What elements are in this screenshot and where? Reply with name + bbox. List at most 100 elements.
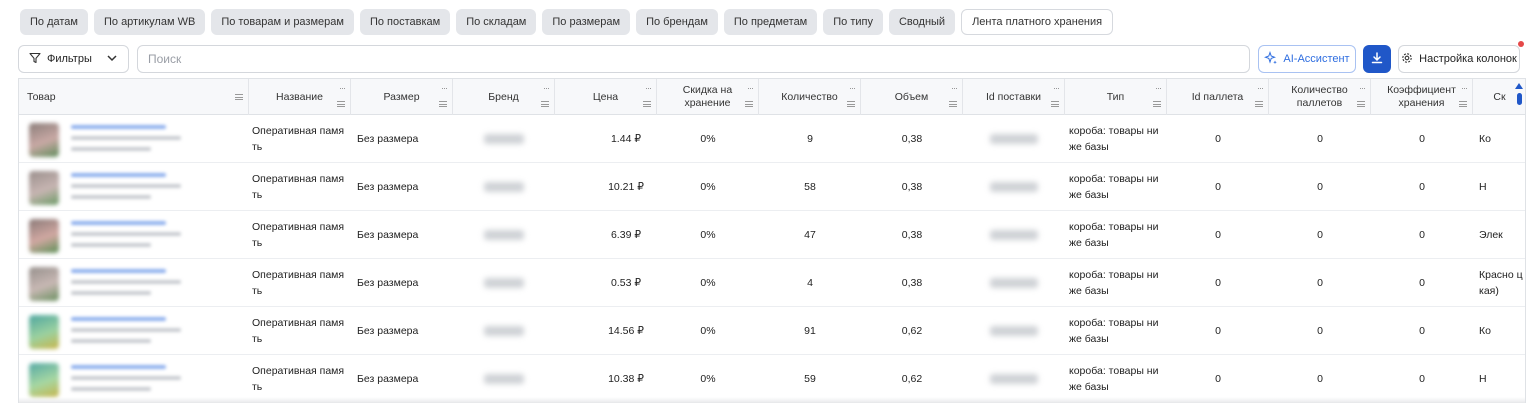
column-header-3[interactable]: Размер ··· bbox=[351, 79, 453, 115]
more-icon[interactable]: ··· bbox=[339, 82, 346, 95]
cell-value: 0,62 bbox=[901, 373, 923, 385]
tab-8[interactable]: По предметам bbox=[723, 9, 818, 35]
column-header-8[interactable]: Объем ··· bbox=[861, 79, 963, 115]
cell-name: Оперативная память bbox=[249, 211, 351, 259]
redacted-value bbox=[484, 278, 524, 288]
cell-qty: 9 bbox=[759, 115, 861, 163]
vertical-scrollbar[interactable] bbox=[1517, 93, 1522, 105]
product-cell[interactable] bbox=[19, 163, 249, 211]
more-icon[interactable]: ··· bbox=[849, 82, 856, 95]
cell-value: 47 bbox=[804, 229, 816, 241]
column-header-13[interactable]: Коэффициент хранения ··· bbox=[1371, 79, 1473, 115]
column-menu-icon[interactable] bbox=[235, 94, 243, 100]
more-icon[interactable]: ··· bbox=[441, 82, 448, 95]
column-menu-icon[interactable] bbox=[1255, 101, 1263, 107]
more-icon[interactable]: ··· bbox=[645, 82, 652, 95]
search-input[interactable] bbox=[137, 45, 1250, 73]
table-row[interactable]: Оперативная память Без размера 1.44 ₽ 0% 9 0,… bbox=[19, 115, 1525, 163]
product-thumbnail bbox=[29, 219, 59, 253]
column-menu-icon[interactable] bbox=[1153, 101, 1161, 107]
column-menu-icon[interactable] bbox=[847, 101, 855, 107]
redacted-value bbox=[484, 374, 524, 384]
table-row[interactable]: Оперативная память Без размера 14.56 ₽ 0% 91… bbox=[19, 307, 1525, 355]
cell-qty: 58 bbox=[759, 163, 861, 211]
tab-11[interactable]: Лента платного хранения bbox=[961, 9, 1114, 35]
cell-value: Без размера bbox=[357, 373, 419, 385]
column-header-11[interactable]: Id паллета ··· bbox=[1167, 79, 1269, 115]
tab-7[interactable]: По брендам bbox=[636, 9, 718, 35]
column-header-4[interactable]: Бренд ··· bbox=[453, 79, 555, 115]
column-header-9[interactable]: Id поставки ··· bbox=[963, 79, 1065, 115]
more-icon[interactable]: ··· bbox=[1155, 82, 1162, 95]
tab-2[interactable]: По артикулам WB bbox=[93, 9, 206, 35]
cell-value: 0 bbox=[1419, 325, 1425, 337]
cell-supply-id-hidden bbox=[963, 355, 1065, 403]
blurred-product-text bbox=[71, 232, 181, 236]
cell-pallets: 0 bbox=[1269, 115, 1371, 163]
column-menu-icon[interactable] bbox=[541, 101, 549, 107]
cell-brand-hidden bbox=[453, 259, 555, 307]
tab-6[interactable]: По размерам bbox=[542, 9, 631, 35]
column-header-2[interactable]: Название ··· bbox=[249, 79, 351, 115]
tab-3[interactable]: По товарам и размерам bbox=[211, 9, 354, 35]
cell-name: Оперативная память bbox=[249, 259, 351, 307]
ai-assistant-button[interactable]: AI-Ассистент bbox=[1258, 45, 1356, 73]
table-row[interactable]: Оперативная память Без размера 6.39 ₽ 0% 47 0… bbox=[19, 211, 1525, 259]
column-menu-icon[interactable] bbox=[949, 101, 957, 107]
product-cell[interactable] bbox=[19, 115, 249, 163]
more-icon[interactable]: ··· bbox=[747, 82, 754, 95]
cell-warehouse: Элек bbox=[1473, 211, 1525, 259]
more-icon[interactable]: ··· bbox=[1359, 82, 1366, 95]
product-cell[interactable] bbox=[19, 211, 249, 259]
filters-button[interactable]: Фильтры bbox=[18, 45, 129, 73]
column-settings-button[interactable]: Настройка колонок bbox=[1398, 45, 1520, 73]
column-header-label: Id поставки bbox=[985, 90, 1042, 103]
download-button[interactable] bbox=[1363, 45, 1391, 73]
cell-name: Оперативная память bbox=[249, 355, 351, 403]
column-menu-icon[interactable] bbox=[745, 101, 753, 107]
cell-value: Н bbox=[1479, 373, 1487, 385]
column-header-label: Цена bbox=[592, 90, 619, 103]
more-icon[interactable]: ··· bbox=[1257, 82, 1264, 95]
column-header-7[interactable]: Количество ··· bbox=[759, 79, 861, 115]
column-menu-icon[interactable] bbox=[1459, 101, 1467, 107]
cell-coef: 0 bbox=[1371, 259, 1473, 307]
column-header-5[interactable]: Цена ··· bbox=[555, 79, 657, 115]
tab-1[interactable]: По датам bbox=[20, 9, 88, 35]
more-icon[interactable]: ··· bbox=[1053, 82, 1060, 95]
column-menu-icon[interactable] bbox=[643, 101, 651, 107]
redacted-value bbox=[990, 134, 1038, 144]
cell-value: 6.39 ₽ bbox=[610, 229, 642, 241]
more-icon[interactable]: ··· bbox=[951, 82, 958, 95]
column-header-10[interactable]: Тип ··· bbox=[1065, 79, 1167, 115]
grid-header: Товар Название ··· Размер ··· Бренд ··· Цена ···… bbox=[19, 79, 1525, 115]
tab-10[interactable]: Сводный bbox=[888, 9, 956, 35]
column-header-label: Товар bbox=[27, 90, 56, 103]
column-header-1[interactable]: Товар bbox=[19, 79, 249, 115]
table-row[interactable]: Оперативная память Без размера 10.21 ₽ 0% 58… bbox=[19, 163, 1525, 211]
product-cell[interactable] bbox=[19, 259, 249, 307]
cell-brand-hidden bbox=[453, 211, 555, 259]
column-menu-icon[interactable] bbox=[439, 101, 447, 107]
table-row[interactable]: Оперативная память Без размера 0.53 ₽ 0% 4 0,… bbox=[19, 259, 1525, 307]
tab-9[interactable]: По типу bbox=[823, 9, 883, 35]
cell-value: 10.38 ₽ bbox=[608, 373, 644, 385]
tab-4[interactable]: По поставкам bbox=[359, 9, 451, 35]
column-header-6[interactable]: Скидка на хранение ··· bbox=[657, 79, 759, 115]
cell-value: 0 bbox=[1419, 229, 1425, 241]
more-icon[interactable]: ··· bbox=[543, 82, 550, 95]
column-menu-icon[interactable] bbox=[1357, 101, 1365, 107]
cell-type: короба: товары ниже базы bbox=[1065, 115, 1167, 163]
scroll-up-arrow[interactable] bbox=[1515, 83, 1523, 89]
column-menu-icon[interactable] bbox=[337, 101, 345, 107]
cell-coef: 0 bbox=[1371, 355, 1473, 403]
table-row[interactable]: Оперативная память Без размера 10.38 ₽ 0% 59… bbox=[19, 355, 1525, 403]
column-menu-icon[interactable] bbox=[1051, 101, 1059, 107]
product-cell[interactable] bbox=[19, 307, 249, 355]
more-icon[interactable]: ··· bbox=[1461, 82, 1468, 95]
cell-warehouse: Ко bbox=[1473, 307, 1525, 355]
product-cell[interactable] bbox=[19, 355, 249, 403]
column-header-12[interactable]: Количество паллетов ··· bbox=[1269, 79, 1371, 115]
blurred-product-text bbox=[71, 221, 166, 225]
tab-5[interactable]: По складам bbox=[456, 9, 537, 35]
